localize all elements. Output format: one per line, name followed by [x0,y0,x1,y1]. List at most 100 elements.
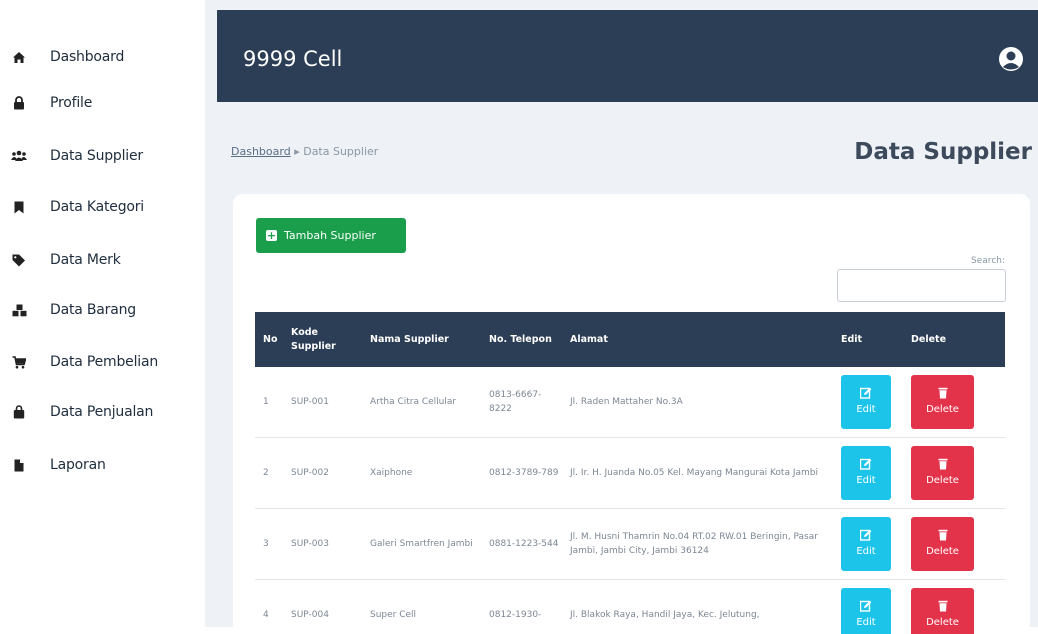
cell-edit: Edit [841,367,901,437]
cell-kode: SUP-004 [291,610,329,620]
cell-no: 1 [263,397,269,407]
cell-no: 2 [263,468,269,478]
cell-no: 3 [263,539,269,549]
users-icon [11,148,27,164]
column-header-no[interactable]: No [263,312,289,367]
breadcrumb: Dashboard ▸ Data Supplier [231,145,378,158]
app-title: 9999 Cell [243,47,343,71]
file-icon [11,457,27,473]
home-icon [11,49,27,65]
sidebar-item-laporan[interactable]: Laporan [0,445,205,485]
edit-button[interactable]: Edit [841,375,891,429]
cell-edit: Edit [841,509,901,579]
cell-alamat: Jl. Blakok Raya, Handil Jaya, Kec. Jelut… [570,610,760,620]
cell-delete: Delete [911,438,981,508]
cell-edit: Edit [841,438,901,508]
main-content: 9999 Cell Dashboard ▸ Data Supplier Data… [205,0,1038,634]
add-supplier-button[interactable]: + Tambah Supplier [256,218,406,253]
column-header-kode[interactable]: Kode Supplier [291,312,361,367]
sidebar-item-data-barang[interactable]: Data Barang [0,290,205,330]
cell-kode: SUP-003 [291,539,329,549]
search-input[interactable] [837,269,1006,302]
cell-alamat: Jl. Raden Mattaher No.3A [570,397,683,407]
sidebar-item-label: Dashboard [50,49,125,65]
cell-alamat: Jl. Ir. H. Juanda No.05 Kel. Mayang Mang… [570,468,818,478]
cell-delete: Delete [911,509,981,579]
sidebar-item-label: Data Penjualan [50,404,154,420]
add-supplier-label: Tambah Supplier [284,229,376,242]
sidebar-item-profile[interactable]: Profile [0,83,205,123]
sidebar-item-label: Data Pembelian [50,354,159,370]
cell-alamat: Jl. M. Husni Thamrin No.04 RT.02 RW.01 B… [570,532,818,556]
edit-button[interactable]: Edit [841,517,891,571]
table-row: 4 SUP-004 Super Cell 0812-1930- Jl. Blak… [255,580,1005,634]
delete-button[interactable]: Delete [911,588,974,634]
sidebar-item-label: Data Barang [50,302,136,318]
trash-icon [938,600,947,612]
breadcrumb-home-link[interactable]: Dashboard [231,145,291,158]
trash-icon [938,387,947,399]
cell-kode: SUP-002 [291,468,329,478]
sidebar-item-data-pembelian[interactable]: Data Pembelian [0,342,205,382]
edit-label: Edit [856,404,876,415]
column-header-nama[interactable]: Nama Supplier [370,312,480,367]
table-header: No Kode Supplier Nama Supplier No. Telep… [255,312,1005,367]
delete-button[interactable]: Delete [911,517,974,571]
sidebar-item-dashboard[interactable]: Dashboard [0,37,205,77]
cell-telepon: 0813-6667-8222 [489,390,542,414]
sidebar-item-label: Data Kategori [50,199,144,215]
table-row: 3 SUP-003 Galeri Smartfren Jambi 0881-12… [255,509,1005,580]
sidebar-item-label: Profile [50,95,93,111]
supplier-table: No Kode Supplier Nama Supplier No. Telep… [255,312,1005,634]
cell-telepon: 0881-1223-544 [489,539,559,549]
trash-icon [938,529,947,541]
cell-nama: Galeri Smartfren Jambi [370,539,473,549]
delete-button[interactable]: Delete [911,446,974,500]
lock-icon [11,95,27,111]
content-card: + Tambah Supplier Search: No Kode Suppli… [233,194,1030,634]
bookmark-icon [11,199,27,215]
sidebar-item-data-kategori[interactable]: Data Kategori [0,187,205,227]
delete-label: Delete [926,546,959,557]
cell-no: 4 [263,610,269,620]
cell-nama: Xaiphone [370,468,413,478]
edit-label: Edit [856,617,876,628]
table-row: 2 SUP-002 Xaiphone 0812-3789-789 Jl. Ir.… [255,438,1005,509]
table-row: 1 SUP-001 Artha Citra Cellular 0813-6667… [255,367,1005,438]
cell-nama: Artha Citra Cellular [370,397,457,407]
edit-button[interactable]: Edit [841,588,891,634]
edit-label: Edit [856,546,876,557]
cell-delete: Delete [911,367,981,437]
sidebar-item-data-merk[interactable]: Data Merk [0,240,205,280]
sidebar: Dashboard Profile Data Supplier Data Kat… [0,0,205,627]
trash-icon [938,458,947,470]
cell-nama: Super Cell [370,610,417,620]
tag-icon [11,252,27,268]
bag-icon [11,404,27,420]
cell-delete: Delete [911,580,981,634]
cubes-icon [11,302,27,318]
search-label: Search: [971,256,1005,266]
delete-label: Delete [926,617,959,628]
delete-label: Delete [926,404,959,415]
column-header-alamat[interactable]: Alamat [570,312,820,367]
sidebar-item-label: Data Merk [50,252,121,268]
plus-square-icon: + [266,229,277,242]
edit-label: Edit [856,475,876,486]
delete-button[interactable]: Delete [911,375,974,429]
edit-icon [860,600,872,612]
cell-kode: SUP-001 [291,397,329,407]
edit-icon [860,529,872,541]
cell-edit: Edit [841,580,901,634]
page-title: Data Supplier [854,139,1032,165]
breadcrumb-separator: ▸ [294,145,300,158]
column-header-edit: Edit [841,333,863,345]
sidebar-item-label: Data Supplier [50,148,143,164]
cell-telepon: 0812-1930- [489,610,542,620]
sidebar-item-data-supplier[interactable]: Data Supplier [0,136,205,176]
column-header-telepon[interactable]: No. Telepon [489,312,559,367]
user-circle-icon[interactable] [998,46,1024,72]
edit-icon [860,387,872,399]
sidebar-item-data-penjualan[interactable]: Data Penjualan [0,392,205,432]
edit-button[interactable]: Edit [841,446,891,500]
